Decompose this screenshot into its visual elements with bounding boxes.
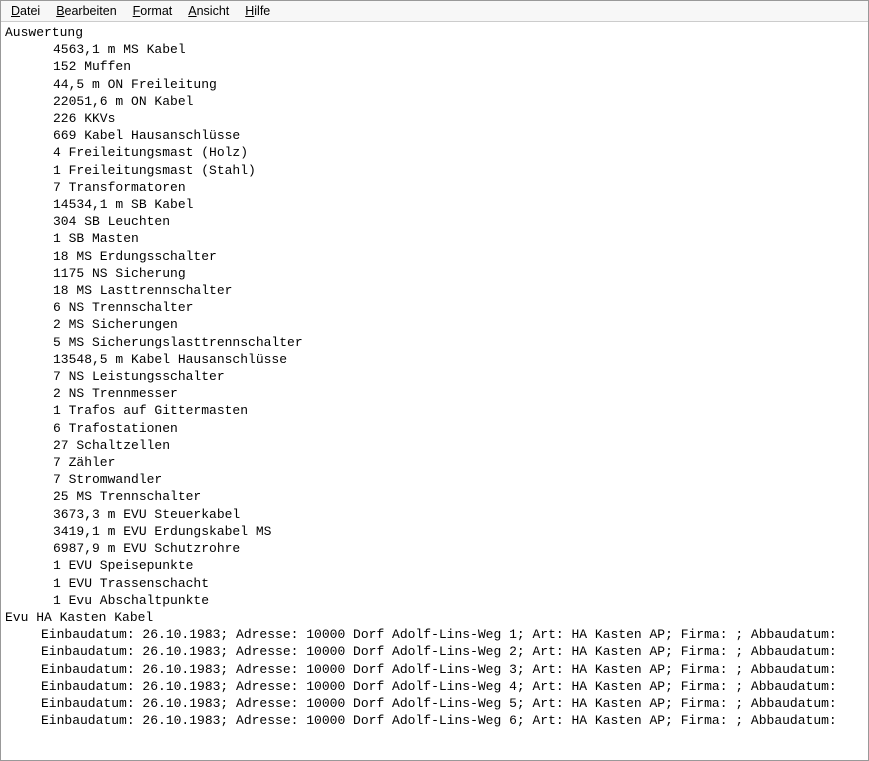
stat-line: 1 Evu Abschaltpunkte xyxy=(5,592,864,609)
menu-accel: D xyxy=(11,4,20,18)
heading-section2: Evu HA Kasten Kabel xyxy=(5,609,864,626)
stat-line: 7 Transformatoren xyxy=(5,179,864,196)
detail-line: Einbaudatum: 26.10.1983; Adresse: 10000 … xyxy=(5,643,864,660)
stat-line: 25 MS Trennschalter xyxy=(5,488,864,505)
stat-line: 3419,1 m EVU Erdungskabel MS xyxy=(5,523,864,540)
stat-line: 2 NS Trennmesser xyxy=(5,385,864,402)
stat-line: 1 Trafos auf Gittermasten xyxy=(5,402,864,419)
heading-auswertung: Auswertung xyxy=(5,24,864,41)
menu-item-ansicht[interactable]: Ansicht xyxy=(182,3,235,19)
stat-line: 4 Freileitungsmast (Holz) xyxy=(5,144,864,161)
detail-line: Einbaudatum: 26.10.1983; Adresse: 10000 … xyxy=(5,678,864,695)
stat-line: 13548,5 m Kabel Hausanschlüsse xyxy=(5,351,864,368)
menu-label-rest: atei xyxy=(20,4,40,18)
stat-line: 5 MS Sicherungslasttrennschalter xyxy=(5,334,864,351)
menu-accel: H xyxy=(245,4,254,18)
stat-line: 3673,3 m EVU Steuerkabel xyxy=(5,506,864,523)
stat-line: 1 EVU Speisepunkte xyxy=(5,557,864,574)
menu-item-bearbeiten[interactable]: Bearbeiten xyxy=(50,3,122,19)
menu-label-rest: nsicht xyxy=(197,4,230,18)
menu-accel: A xyxy=(188,4,196,18)
stat-line: 6 NS Trennschalter xyxy=(5,299,864,316)
menu-item-hilfe[interactable]: Hilfe xyxy=(239,3,276,19)
menubar: DateiBearbeitenFormatAnsichtHilfe xyxy=(1,1,868,22)
stat-line: 7 NS Leistungsschalter xyxy=(5,368,864,385)
stat-line: 152 Muffen xyxy=(5,58,864,75)
stat-line: 27 Schaltzellen xyxy=(5,437,864,454)
stat-line: 18 MS Lasttrennschalter xyxy=(5,282,864,299)
stat-line: 6987,9 m EVU Schutzrohre xyxy=(5,540,864,557)
stat-line: 304 SB Leuchten xyxy=(5,213,864,230)
stat-line: 22051,6 m ON Kabel xyxy=(5,93,864,110)
editor-window: DateiBearbeitenFormatAnsichtHilfe Auswer… xyxy=(0,0,869,761)
menu-item-format[interactable]: Format xyxy=(127,3,179,19)
stat-line: 1 EVU Trassenschacht xyxy=(5,575,864,592)
stat-line: 44,5 m ON Freileitung xyxy=(5,76,864,93)
stat-line: 226 KKVs xyxy=(5,110,864,127)
detail-line: Einbaudatum: 26.10.1983; Adresse: 10000 … xyxy=(5,712,864,729)
detail-line: Einbaudatum: 26.10.1983; Adresse: 10000 … xyxy=(5,695,864,712)
stat-line: 7 Stromwandler xyxy=(5,471,864,488)
stat-line: 4563,1 m MS Kabel xyxy=(5,41,864,58)
detail-line: Einbaudatum: 26.10.1983; Adresse: 10000 … xyxy=(5,626,864,643)
menu-label-rest: ormat xyxy=(140,4,172,18)
menu-label-rest: earbeiten xyxy=(65,4,117,18)
menu-accel: B xyxy=(56,4,64,18)
stat-line: 1 Freileitungsmast (Stahl) xyxy=(5,162,864,179)
stat-line: 1175 NS Sicherung xyxy=(5,265,864,282)
stat-line: 14534,1 m SB Kabel xyxy=(5,196,864,213)
text-area[interactable]: Auswertung4563,1 m MS Kabel152 Muffen44,… xyxy=(1,22,868,760)
menu-label-rest: ilfe xyxy=(254,4,270,18)
stat-line: 2 MS Sicherungen xyxy=(5,316,864,333)
stat-line: 6 Trafostationen xyxy=(5,420,864,437)
stat-line: 18 MS Erdungsschalter xyxy=(5,248,864,265)
stat-line: 669 Kabel Hausanschlüsse xyxy=(5,127,864,144)
stat-line: 1 SB Masten xyxy=(5,230,864,247)
detail-line: Einbaudatum: 26.10.1983; Adresse: 10000 … xyxy=(5,661,864,678)
stat-line: 7 Zähler xyxy=(5,454,864,471)
menu-item-datei[interactable]: Datei xyxy=(5,3,46,19)
